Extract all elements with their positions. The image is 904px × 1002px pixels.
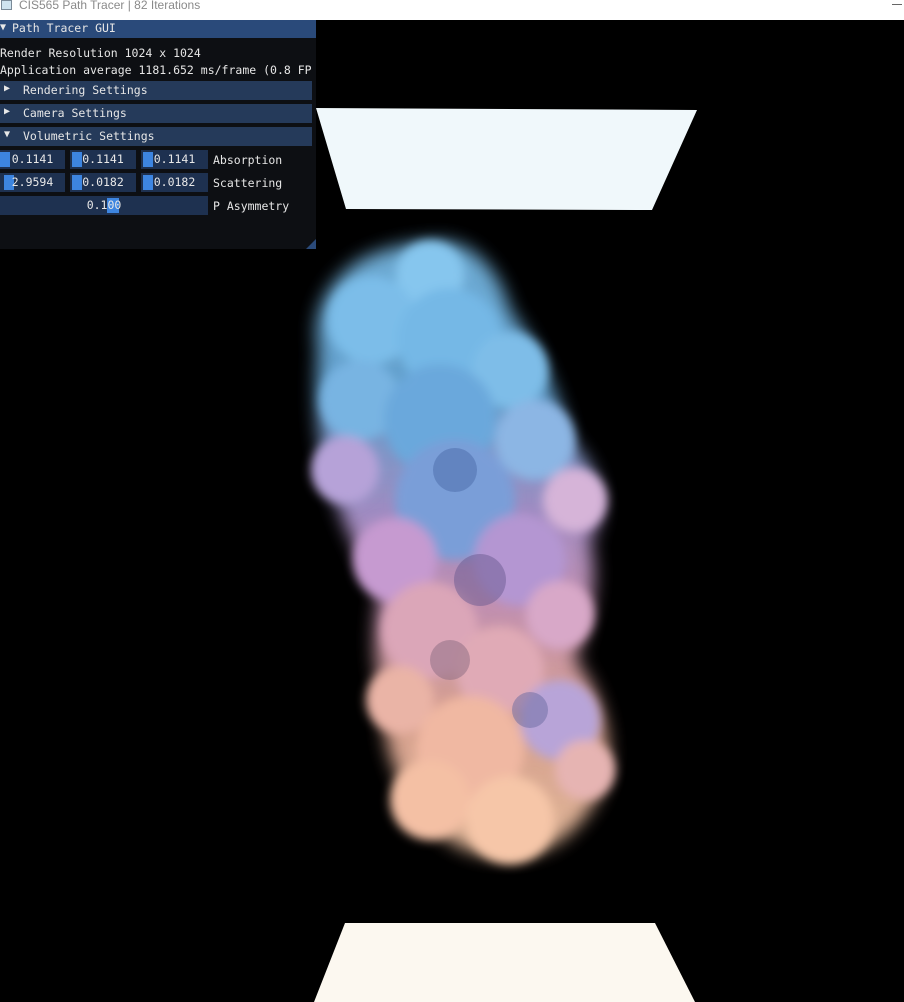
app-window-icon: [1, 0, 12, 10]
p-asymmetry-value: 0.100: [86, 198, 122, 212]
scattering-b-slider[interactable]: 0.0182: [141, 173, 208, 192]
scattering-label: Scattering: [213, 176, 283, 190]
scattering-b-value: 0.0182: [153, 175, 196, 189]
rendering-settings-label: Rendering Settings: [23, 83, 148, 97]
absorption-g-value: 0.1141: [82, 152, 124, 166]
bottom-area-light: [314, 923, 695, 1002]
expand-arrow-icon: ▶: [4, 83, 11, 94]
volumetric-settings-header[interactable]: ▼ Volumetric Settings: [0, 127, 312, 146]
volumetric-settings-label: Volumetric Settings: [23, 129, 155, 143]
expand-arrow-icon: ▶: [4, 106, 11, 117]
minimize-icon[interactable]: [892, 4, 902, 5]
frame-time-text: Application average 1181.652 ms/frame (0…: [0, 63, 312, 77]
camera-settings-label: Camera Settings: [23, 106, 127, 120]
resize-grip-icon[interactable]: [306, 239, 316, 249]
absorption-r-slider[interactable]: 0.1141: [0, 150, 65, 169]
gui-title: Path Tracer GUI: [12, 21, 116, 35]
scattering-r-slider[interactable]: 2.9594: [0, 173, 65, 192]
smoke-volume: [311, 241, 615, 864]
absorption-b-value: 0.1141: [153, 152, 196, 166]
window-title-bar: CIS565 Path Tracer | 82 Iterations: [0, 0, 904, 20]
scattering-g-slider[interactable]: 0.0182: [70, 173, 136, 192]
absorption-r-value: 0.1141: [11, 152, 54, 166]
window-title: CIS565 Path Tracer | 82 Iterations: [19, 0, 201, 12]
absorption-label: Absorption: [213, 153, 283, 167]
gui-title-bar[interactable]: ▼ Path Tracer GUI: [0, 20, 316, 38]
path-tracer-gui-panel[interactable]: ▼ Path Tracer GUI Render Resolution 1024…: [0, 20, 316, 249]
p-asymmetry-label: P Asymmetry: [213, 199, 290, 213]
camera-settings-header[interactable]: ▶ Camera Settings: [0, 104, 312, 123]
scattering-g-value: 0.0182: [82, 175, 124, 189]
p-asymmetry-slider[interactable]: 0.100: [0, 196, 208, 215]
absorption-g-slider[interactable]: 0.1141: [70, 150, 136, 169]
collapse-arrow-icon[interactable]: ▼: [0, 22, 6, 33]
collapse-arrow-icon: ▼: [4, 129, 11, 140]
render-resolution-text: Render Resolution 1024 x 1024: [0, 46, 201, 60]
top-area-light: [316, 108, 697, 210]
absorption-b-slider[interactable]: 0.1141: [141, 150, 208, 169]
scattering-r-value: 2.9594: [11, 175, 54, 189]
rendering-settings-header[interactable]: ▶ Rendering Settings: [0, 81, 312, 100]
